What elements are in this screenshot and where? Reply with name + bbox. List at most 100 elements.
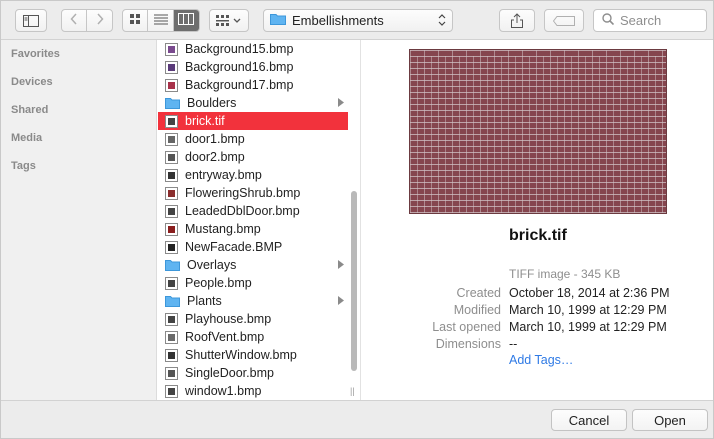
column-scrollbar[interactable]: [351, 191, 357, 371]
arrange-button[interactable]: [209, 9, 249, 32]
file-name: SingleDoor.bmp: [185, 366, 274, 380]
meta-value-modified: March 10, 1999 at 12:29 PM: [509, 303, 667, 317]
sidebar: Favorites Devices Shared Media Tags: [1, 40, 157, 400]
sidebar-section-favorites[interactable]: Favorites: [11, 48, 60, 60]
file-row[interactable]: RoofVent.bmp: [158, 328, 348, 346]
image-file-icon: [165, 114, 178, 128]
image-file-icon: [165, 240, 178, 254]
file-name: RoofVent.bmp: [185, 330, 265, 344]
meta-label-dimensions: Dimensions: [435, 337, 501, 351]
icon-view-button[interactable]: [123, 10, 149, 31]
file-name: LeadedDblDoor.bmp: [185, 204, 300, 218]
file-row[interactable]: FloweringShrub.bmp: [158, 184, 348, 202]
image-file-icon: [165, 168, 178, 182]
location-popup[interactable]: Embellishments: [263, 9, 453, 32]
file-row[interactable]: Background16.bmp: [158, 58, 348, 76]
file-name: Background15.bmp: [185, 42, 294, 56]
cancel-button[interactable]: Cancel: [551, 409, 627, 431]
file-name: Background16.bmp: [185, 60, 294, 74]
file-row[interactable]: brick.tif: [158, 112, 348, 130]
back-button[interactable]: [62, 10, 88, 31]
disclosure-triangle-icon: [338, 296, 344, 305]
file-name: FloweringShrub.bmp: [185, 186, 301, 200]
folder-icon: [165, 296, 180, 307]
sidebar-section-devices[interactable]: Devices: [11, 76, 53, 88]
sidebar-section-media[interactable]: Media: [11, 132, 42, 144]
disclosure-triangle-icon: [338, 260, 344, 269]
file-name: brick.tif: [185, 114, 225, 128]
forward-button[interactable]: [87, 10, 112, 31]
file-row[interactable]: door1.bmp: [158, 130, 348, 148]
image-file-icon: [165, 150, 178, 164]
column-view-icon: [178, 13, 195, 28]
sidebar-toggle-button[interactable]: [15, 9, 47, 32]
image-file-icon: [165, 186, 178, 200]
image-file-icon: [165, 204, 178, 218]
share-icon: [511, 13, 523, 28]
preview-thumbnail: [409, 49, 667, 214]
share-button[interactable]: [499, 9, 535, 32]
file-name: door1.bmp: [185, 132, 245, 146]
meta-value-dimensions: --: [509, 337, 518, 351]
column-resize-handle[interactable]: ||: [350, 386, 355, 396]
file-row[interactable]: door2.bmp: [158, 148, 348, 166]
file-row[interactable]: Background15.bmp: [158, 40, 348, 58]
file-name: ShutterWindow.bmp: [185, 348, 297, 362]
open-file-dialog: Embellishments Favorites Devices Shared …: [0, 0, 714, 439]
preview-filename: brick.tif: [509, 227, 567, 244]
file-list-column: Background15.bmp Background16.bmp Backgrou…: [158, 40, 361, 400]
sidebar-toggle-icon: [23, 14, 39, 27]
file-name: Plants: [187, 294, 222, 308]
navigation-segment: [61, 9, 113, 32]
list-view-button[interactable]: [148, 10, 174, 31]
file-row[interactable]: entryway.bmp: [158, 166, 348, 184]
back-icon: [70, 13, 78, 28]
file-row[interactable]: Background17.bmp: [158, 76, 348, 94]
file-row[interactable]: LeadedDblDoor.bmp: [158, 202, 348, 220]
file-row[interactable]: Mustang.bmp: [158, 220, 348, 238]
tag-icon: [553, 15, 575, 26]
file-name: People.bmp: [185, 276, 252, 290]
image-file-icon: [165, 384, 178, 398]
file-name: Boulders: [187, 96, 237, 110]
file-row[interactable]: People.bmp: [158, 274, 348, 292]
add-tags-link[interactable]: Add Tags…: [509, 353, 573, 367]
search-field[interactable]: [593, 9, 707, 32]
bottom-bar: Cancel Open: [1, 400, 713, 438]
sidebar-section-tags[interactable]: Tags: [11, 160, 36, 172]
folder-row[interactable]: Overlays: [158, 256, 348, 274]
image-file-icon: [165, 222, 178, 236]
file-row[interactable]: NewFacade.BMP: [158, 238, 348, 256]
image-file-icon: [165, 60, 178, 74]
image-file-icon: [165, 330, 178, 344]
tag-button[interactable]: [544, 9, 584, 32]
image-file-icon: [165, 276, 178, 290]
preview-kind: TIFF image - 345 KB: [509, 267, 621, 281]
file-row[interactable]: window1.bmp: [158, 382, 348, 400]
file-name: Background17.bmp: [185, 78, 294, 92]
image-file-icon: [165, 42, 178, 56]
sidebar-section-shared[interactable]: Shared: [11, 104, 48, 116]
folder-row[interactable]: Plants: [158, 292, 348, 310]
forward-icon: [96, 13, 104, 28]
image-file-icon: [165, 312, 178, 326]
meta-label-last-opened: Last opened: [432, 320, 501, 334]
file-name: door2.bmp: [185, 150, 245, 164]
file-row[interactable]: SingleDoor.bmp: [158, 364, 348, 382]
search-input[interactable]: [620, 13, 700, 28]
meta-value-created: October 18, 2014 at 2:36 PM: [509, 286, 670, 300]
column-view-button[interactable]: [173, 10, 199, 31]
image-file-icon: [165, 348, 178, 362]
file-name: NewFacade.BMP: [185, 240, 283, 254]
image-file-icon: [165, 366, 178, 380]
folder-row[interactable]: Boulders: [158, 94, 348, 112]
open-button[interactable]: Open: [632, 409, 708, 431]
view-mode-segment: [122, 9, 200, 32]
file-row[interactable]: Playhouse.bmp: [158, 310, 348, 328]
icon-view-icon: [129, 13, 141, 28]
image-file-icon: [165, 78, 178, 92]
file-row[interactable]: ShutterWindow.bmp: [158, 346, 348, 364]
folder-icon: [165, 98, 180, 109]
chevron-updown-icon: [438, 13, 446, 30]
file-name: Overlays: [187, 258, 237, 272]
